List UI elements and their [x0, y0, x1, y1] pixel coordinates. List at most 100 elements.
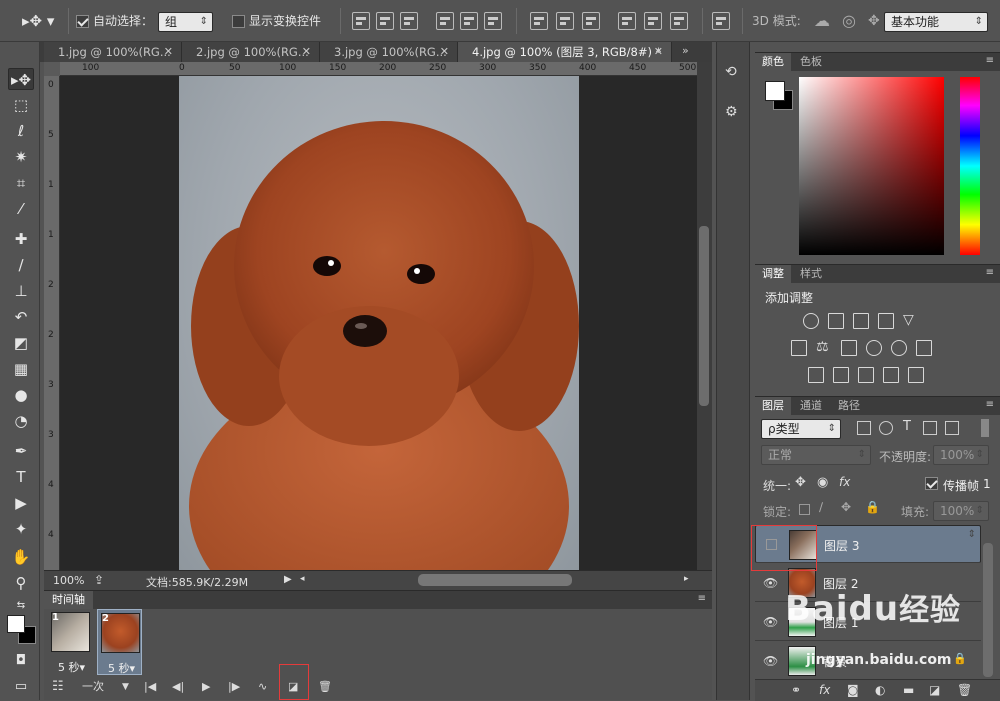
doc-tab-1[interactable]: 1.jpg @ 100%(RG... ✕ — [44, 42, 182, 62]
history-panel-icon[interactable]: ⟲ — [725, 64, 737, 80]
brightness-contrast-icon[interactable] — [803, 313, 819, 329]
panel-menu-icon[interactable]: ≡ — [986, 267, 994, 278]
doc-tab-3[interactable]: 3.jpg @ 100%(RG... ✕ — [320, 42, 458, 62]
brush-tool-icon[interactable]: ∕ — [8, 254, 34, 276]
tabs-overflow-icon[interactable]: » — [682, 44, 689, 57]
next-frame-icon[interactable]: |▶ — [228, 677, 240, 697]
lasso-tool-icon[interactable]: ℓ — [8, 120, 34, 142]
channel-mixer-icon[interactable] — [891, 340, 907, 356]
photo-filter-icon[interactable] — [866, 340, 882, 356]
opacity-input[interactable]: 100% — [933, 445, 989, 465]
panel-menu-icon[interactable]: ≡ — [986, 55, 994, 66]
history-brush-tool-icon[interactable]: ↶ — [8, 306, 34, 328]
crop-tool-icon[interactable]: ⌗ — [8, 172, 34, 194]
eye-icon[interactable]: 👁 — [763, 576, 778, 590]
new-layer-icon[interactable]: ◪ — [929, 683, 940, 697]
distribute-bottom-icon[interactable] — [582, 12, 600, 30]
distribute-hcenter-icon[interactable] — [644, 12, 662, 30]
filter-shape-icon[interactable] — [923, 421, 937, 435]
chevron-down-icon[interactable]: ▼ — [122, 677, 129, 697]
horizontal-scroll-thumb[interactable] — [418, 574, 572, 586]
close-icon[interactable]: ✕ — [302, 42, 311, 62]
curves-icon[interactable] — [853, 313, 869, 329]
previous-frame-icon[interactable]: ◀| — [172, 677, 184, 697]
screen-mode-icon[interactable]: ▭ — [8, 676, 34, 698]
status-menu-arrow-icon[interactable]: ▶ — [284, 574, 292, 585]
fill-input[interactable]: 100% — [933, 501, 989, 521]
timeline-frame-2[interactable]: 2 5 秒▾ — [97, 609, 142, 675]
rotate-3d-icon[interactable]: ☁ — [814, 10, 830, 32]
vertical-scroll-thumb[interactable] — [699, 226, 709, 406]
clone-stamp-tool-icon[interactable]: ⊥ — [8, 280, 34, 302]
trash-icon[interactable]: 🗑 — [957, 683, 972, 697]
blur-tool-icon[interactable]: ● — [8, 384, 34, 406]
healing-brush-tool-icon[interactable]: ✚ — [8, 228, 34, 250]
magic-wand-tool-icon[interactable]: ✷ — [8, 146, 34, 168]
tab-channels[interactable]: 通道 — [793, 397, 829, 415]
first-frame-icon[interactable]: |◀ — [144, 677, 156, 697]
filter-adjustment-icon[interactable] — [879, 421, 893, 435]
propagate-frame-checkbox[interactable] — [925, 476, 942, 490]
move-tool-preset-icon[interactable]: ▸✥ ▾ — [22, 10, 54, 32]
scroll-left-icon[interactable]: ◂ — [300, 574, 305, 584]
color-lookup-icon[interactable] — [916, 340, 932, 356]
layer-filter-dropdown[interactable]: ρ类型 — [761, 419, 841, 439]
eraser-tool-icon[interactable]: ◩ — [8, 332, 34, 354]
delete-frame-icon[interactable]: 🗑 — [318, 677, 332, 697]
auto-select-dropdown[interactable]: 组 — [158, 12, 213, 32]
doc-tab-4[interactable]: 4.jpg @ 100% (图层 3, RGB/8#) * ✕ — [458, 42, 672, 62]
filter-pixel-icon[interactable] — [857, 421, 871, 435]
tween-icon[interactable]: ∿ — [258, 677, 267, 697]
filter-smart-object-icon[interactable] — [945, 421, 959, 435]
lock-all-icon[interactable]: 🔒 — [865, 500, 880, 514]
swap-colors-icon[interactable]: ⇆ — [8, 595, 34, 617]
eye-icon[interactable]: 👁 — [763, 615, 778, 629]
show-transform-checkbox[interactable]: 显示变换控件 — [232, 10, 321, 32]
group-folder-icon[interactable]: ▬ — [903, 683, 914, 697]
play-icon[interactable]: ▶ — [202, 677, 210, 697]
align-top-icon[interactable] — [352, 12, 370, 30]
close-icon[interactable]: ✕ — [440, 42, 449, 62]
distribute-left-icon[interactable] — [618, 12, 636, 30]
panel-menu-icon[interactable]: ≡ — [986, 399, 994, 410]
pan-3d-icon[interactable]: ✥ — [868, 10, 880, 32]
blend-mode-dropdown[interactable]: 正常 — [761, 445, 871, 465]
filter-toggle[interactable] — [981, 419, 989, 437]
marquee-tool-icon[interactable]: ⬚ — [8, 94, 34, 116]
move-tool-icon[interactable]: ▸✥ — [8, 68, 34, 90]
hue-slider[interactable] — [960, 77, 980, 255]
eye-icon[interactable]: 👁 — [763, 654, 778, 668]
layer-mask-icon[interactable]: ◙ — [847, 683, 859, 697]
properties-panel-icon[interactable]: ⚙ — [725, 104, 738, 120]
foreground-color-swatch[interactable] — [7, 615, 25, 633]
timeline-frame-1[interactable]: 1 5 秒▾ — [48, 609, 93, 675]
gradient-tool-icon[interactable]: ▦ — [8, 358, 34, 380]
quick-mask-icon[interactable]: ◘ — [8, 650, 34, 672]
hand-tool-icon[interactable]: ✋ — [8, 546, 34, 568]
unify-style-icon[interactable]: fx — [839, 475, 850, 489]
posterize-icon[interactable] — [833, 367, 849, 383]
align-hcenter-icon[interactable] — [460, 12, 478, 30]
threshold-icon[interactable] — [858, 367, 874, 383]
shape-tool-icon[interactable]: ✦ — [8, 518, 34, 540]
type-tool-icon[interactable]: T — [8, 466, 34, 488]
hue-saturation-icon[interactable] — [791, 340, 807, 356]
tab-color[interactable]: 颜色 — [755, 53, 791, 71]
panel-menu-icon[interactable]: ≡ — [698, 593, 706, 604]
doc-tab-2[interactable]: 2.jpg @ 100%(RG... ✕ — [182, 42, 320, 62]
link-layers-icon[interactable]: ⚭ — [791, 683, 801, 697]
lock-position-icon[interactable]: ✥ — [841, 500, 851, 514]
lock-pixels-icon[interactable]: ∕ — [819, 500, 823, 514]
pen-tool-icon[interactable]: ✒ — [8, 440, 34, 462]
convert-timeline-icon[interactable]: ☷ — [52, 677, 64, 697]
layers-scroll-thumb[interactable] — [983, 543, 993, 677]
align-bottom-icon[interactable] — [400, 12, 418, 30]
layer-style-icon[interactable]: fx — [819, 683, 830, 697]
roll-3d-icon[interactable]: ◎ — [842, 10, 856, 32]
tab-timeline[interactable]: 时间轴 — [44, 591, 93, 609]
tab-swatches[interactable]: 色板 — [793, 53, 829, 71]
gradient-map-icon[interactable] — [908, 367, 924, 383]
path-selection-tool-icon[interactable]: ▶ — [8, 492, 34, 514]
auto-select-checkbox[interactable]: 自动选择： — [76, 10, 153, 32]
unify-position-icon[interactable]: ✥ — [795, 475, 806, 490]
